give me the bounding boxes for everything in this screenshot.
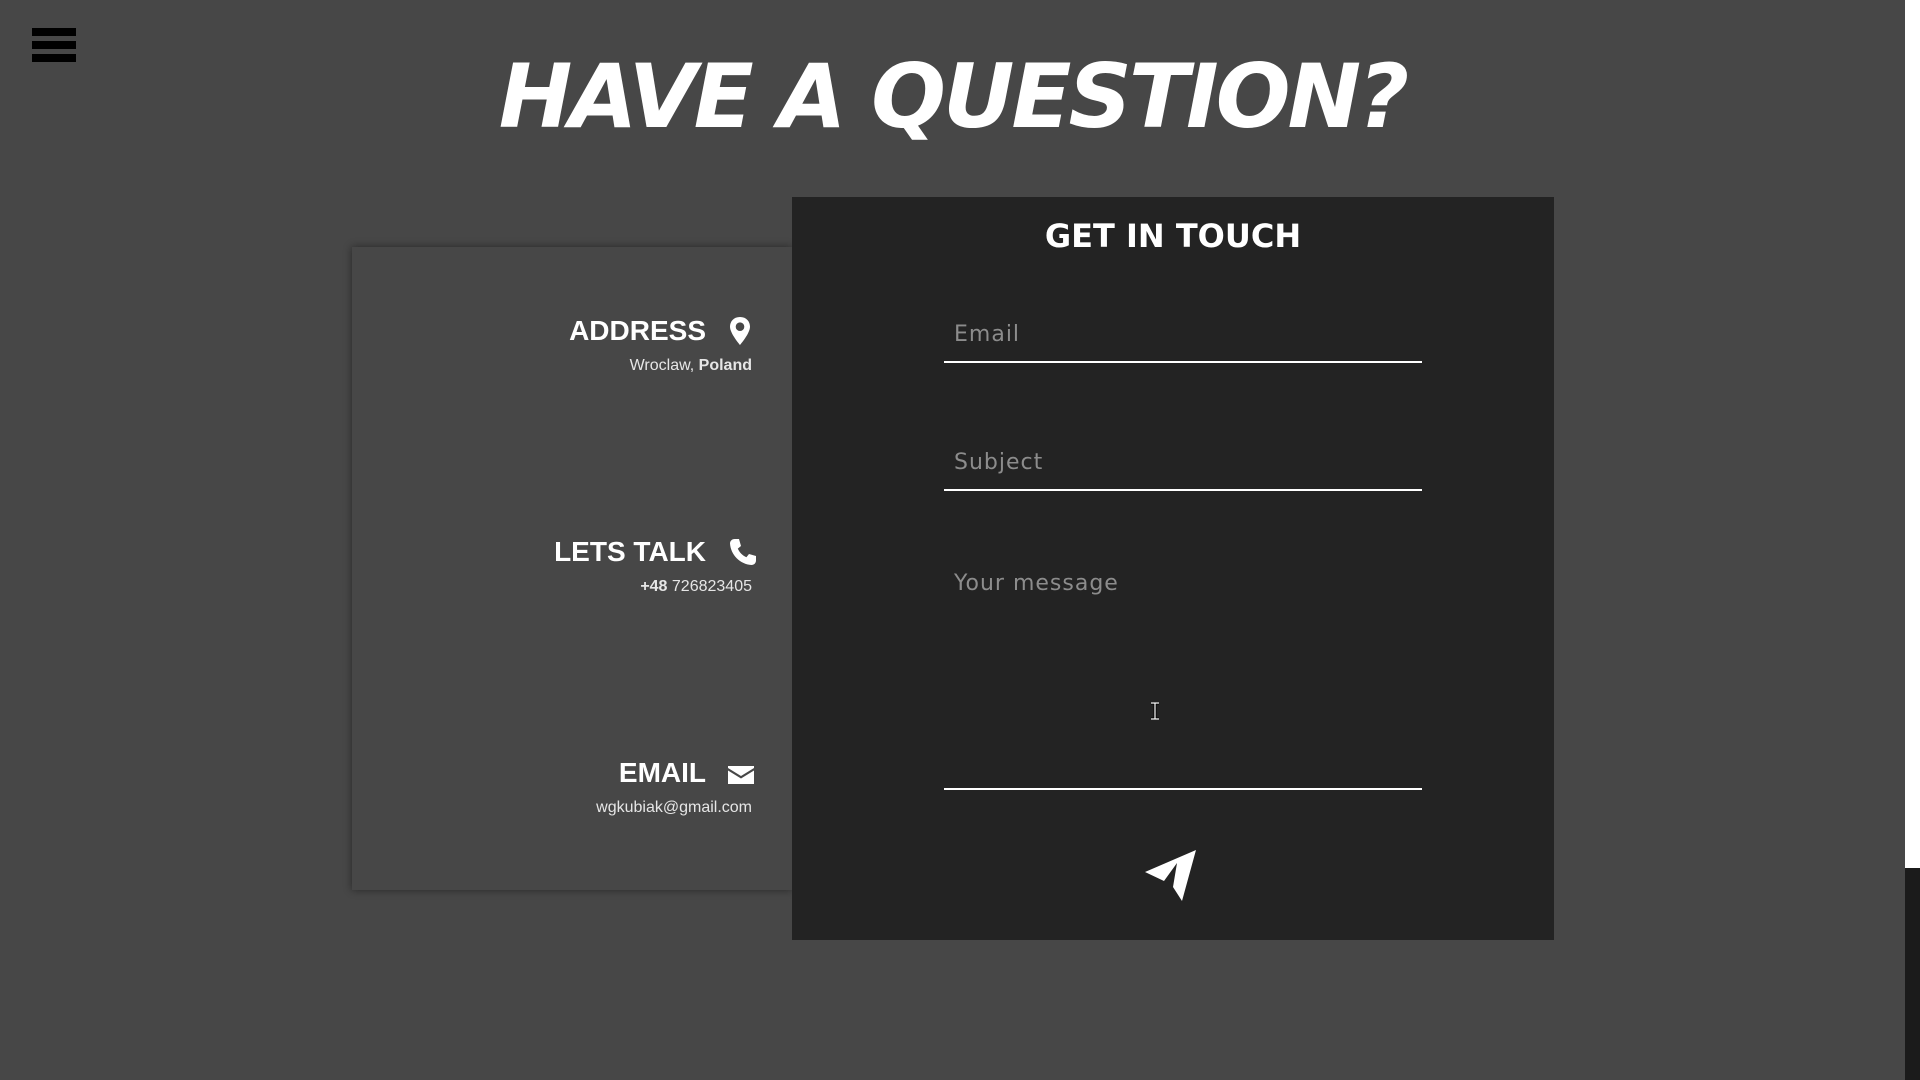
address-title: ADDRESS [569,315,706,346]
address-country: Poland [698,357,752,374]
message-field[interactable] [944,563,1422,790]
email-value: wgkubiak@gmail.com [596,799,752,816]
scrollbar-thumb[interactable] [1905,868,1920,1080]
contact-info-card: ADDRESS Wroclaw, Poland LETS TALK +48 72… [352,247,792,890]
paper-plane-icon [1145,850,1196,901]
phone-value: +48 726823405 [554,578,752,596]
email-block: EMAIL wgkubiak@gmail.com [596,757,754,817]
address-value: Wroclaw, Poland [569,357,752,375]
subject-field[interactable] [944,435,1422,491]
contact-form: GET IN TOUCH [792,197,1554,940]
email-field[interactable] [944,307,1422,363]
email-title: EMAIL [618,757,706,788]
phone-title: LETS TALK [554,536,706,567]
map-pin-icon [728,316,752,346]
menu-bar [32,28,76,36]
phone-block: LETS TALK +48 726823405 [554,536,756,596]
scrollbar-edge [1905,0,1920,868]
phone-prefix: +48 [640,578,668,595]
envelope-icon [728,758,754,788]
phone-icon [728,537,756,567]
phone-number: 726823405 [671,578,752,595]
page-title: HAVE A QUESTION? [498,45,1409,148]
send-button[interactable] [1142,847,1198,903]
form-title: GET IN TOUCH [1044,217,1302,255]
text-cursor-icon [1150,701,1160,721]
address-block: ADDRESS Wroclaw, Poland [569,315,752,375]
address-city: Wroclaw, [629,357,695,374]
